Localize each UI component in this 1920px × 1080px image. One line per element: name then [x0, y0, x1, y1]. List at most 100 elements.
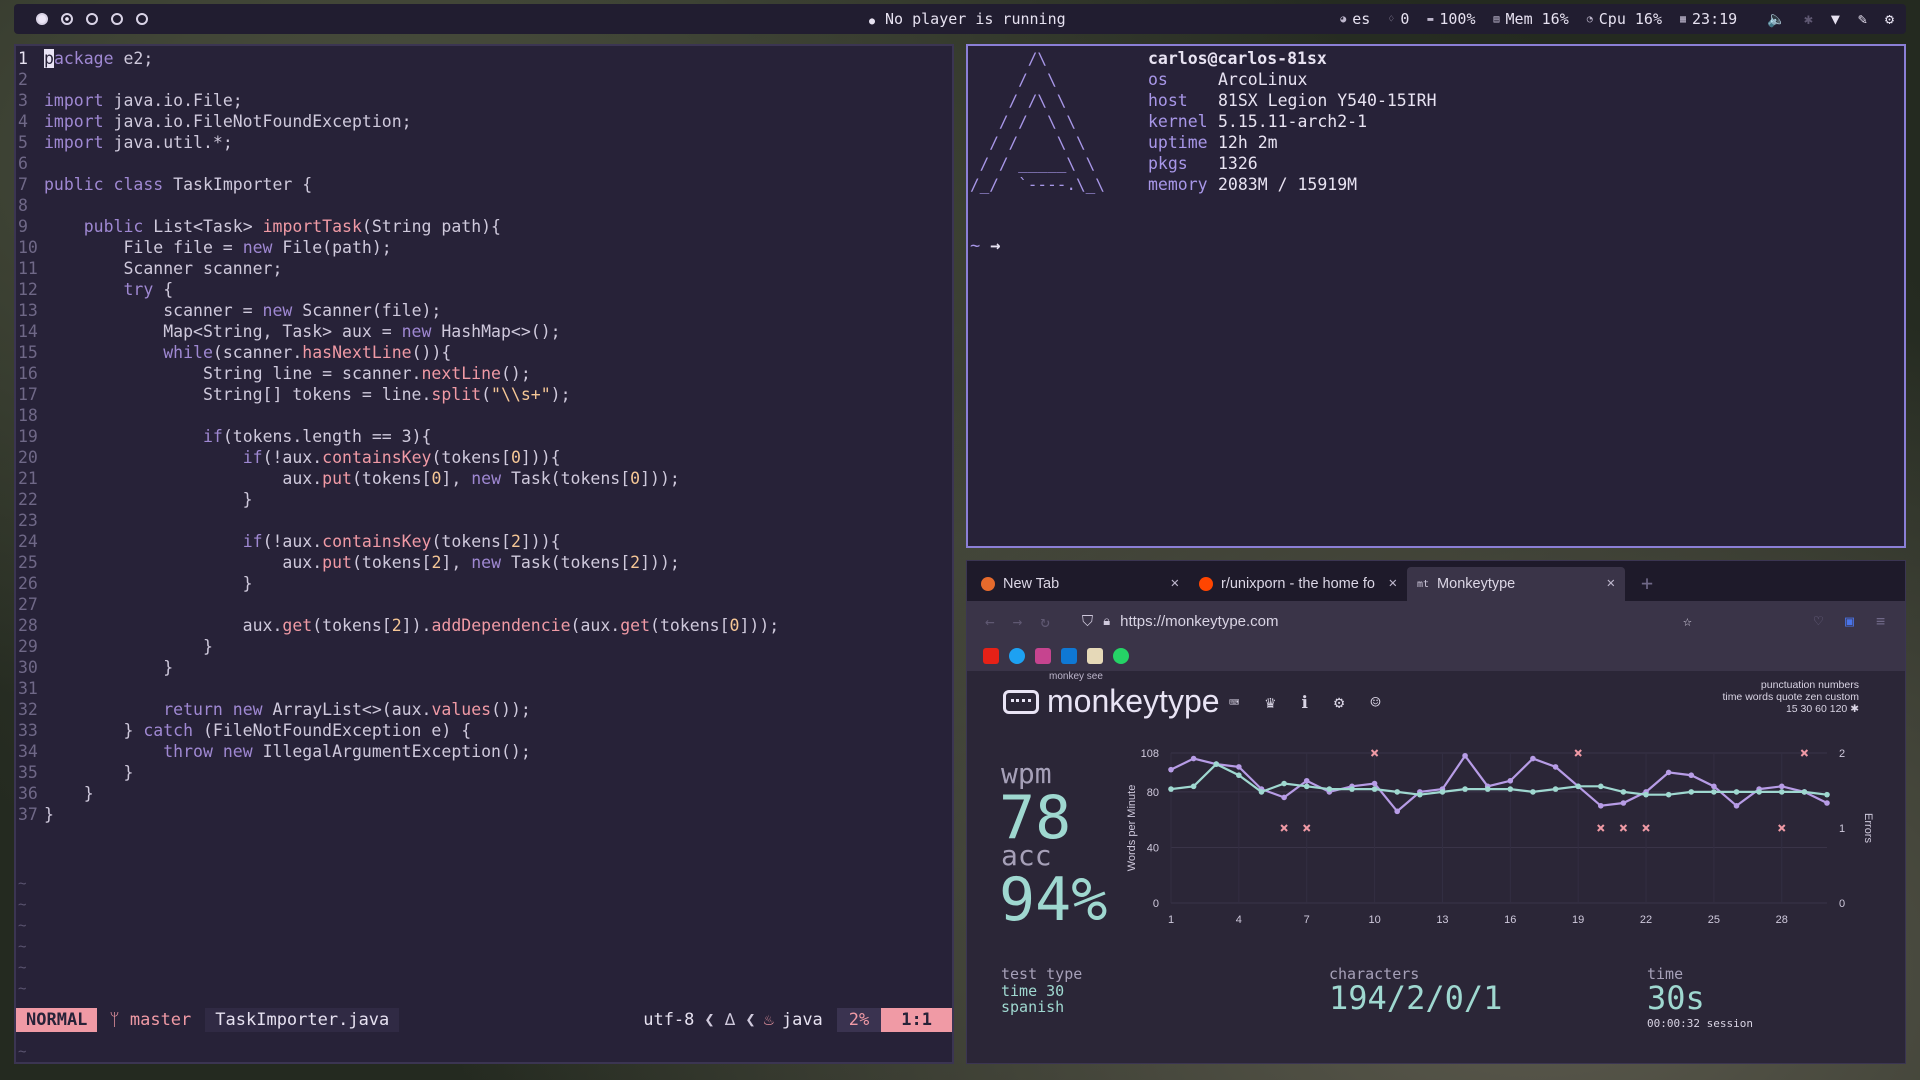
code-line[interactable]: 37} — [16, 804, 952, 825]
code-line[interactable]: 10 File file = new File(path); — [16, 237, 952, 258]
code-line[interactable]: 13 scanner = new Scanner(file); — [16, 300, 952, 321]
code-line[interactable]: 22 } — [16, 489, 952, 510]
bookmark-star-icon[interactable]: ☆ — [1683, 612, 1692, 630]
code-line[interactable]: 7 public class TaskImporter { — [16, 174, 952, 195]
menu-icon[interactable]: ≡ — [1876, 612, 1885, 630]
series-point — [1620, 800, 1627, 806]
settings-icon[interactable]: ⚙ — [1334, 693, 1344, 713]
shield-icon[interactable]: ⛉ — [1082, 612, 1093, 630]
code-line[interactable]: 23 — [16, 510, 952, 531]
tab-reddit[interactable]: r/unixporn - the home fo ✕ — [1189, 567, 1407, 601]
code-line[interactable]: 24 if(!aux.containsKey(tokens[2])){ — [16, 531, 952, 552]
code-line[interactable]: 30 } — [16, 657, 952, 678]
clock[interactable]: ▦ 23:19 — [1680, 10, 1737, 28]
series-point — [1824, 791, 1830, 798]
pocket-icon[interactable]: ♡ — [1814, 612, 1823, 630]
user-icon[interactable]: ☺ — [1370, 693, 1380, 713]
code-line[interactable]: 26 } — [16, 573, 952, 594]
code-line[interactable]: 21 aux.put(tokens[0], new Task(tokens[0]… — [16, 468, 952, 489]
code-line[interactable]: 16 String line = scanner.nextLine(); — [16, 363, 952, 384]
media-player-status[interactable]: ● No player is running — [869, 10, 1066, 28]
config-toggles[interactable]: punctuation numbers — [1722, 679, 1859, 691]
code-line[interactable]: 1 package e2; — [16, 48, 952, 69]
youtube-icon[interactable] — [983, 648, 999, 664]
stack-icon[interactable] — [1035, 648, 1051, 664]
keyboard-layout[interactable]: ◕ es — [1340, 10, 1370, 28]
gear-icon[interactable]: ⚙ — [1885, 10, 1894, 28]
workspace-2[interactable] — [61, 13, 73, 25]
code-line[interactable]: 5 import java.util.*; — [16, 132, 952, 153]
updates-count[interactable]: ♢ 0 — [1388, 10, 1409, 28]
reload-icon[interactable]: ↻ — [1040, 612, 1050, 631]
goodreads-icon[interactable] — [1087, 648, 1103, 664]
crown-icon[interactable]: ♛ — [1265, 693, 1275, 713]
info-value: 12h 2m — [1218, 133, 1278, 152]
code-line[interactable]: 27 — [16, 594, 952, 615]
code-line[interactable]: 2 — [16, 69, 952, 90]
monkeytype-logo[interactable]: monkey see monkeytype — [1003, 671, 1220, 720]
code-line[interactable]: 31 — [16, 678, 952, 699]
code-line[interactable]: 14 Map<String, Task> aux = new HashMap<>… — [16, 321, 952, 342]
code-line[interactable]: 25 aux.put(tokens[2], new Task(tokens[2]… — [16, 552, 952, 573]
workspace-4[interactable] — [111, 13, 123, 25]
config-modes[interactable]: time words quote zen custom — [1722, 691, 1859, 703]
whatsapp-icon[interactable] — [1113, 648, 1129, 664]
vim-editor[interactable]: 1 package e2; 2 3 import java.io.File; 4 impor… — [14, 44, 954, 1064]
workspace-3[interactable] — [86, 13, 98, 25]
keyboard-icon[interactable]: ⌨ — [1229, 693, 1239, 713]
close-icon[interactable]: ✕ — [1171, 575, 1179, 591]
series-point — [1643, 791, 1649, 798]
workspace-1[interactable] — [36, 13, 48, 25]
feather-icon[interactable]: ✎ — [1858, 10, 1867, 28]
terminal-window[interactable]: /\ / \ / /\ \ / / \ \ / / \ \ / / _____\… — [966, 44, 1906, 548]
close-icon[interactable]: ✕ — [1389, 575, 1397, 591]
series-point — [1349, 786, 1355, 792]
code-line[interactable]: 15 while(scanner.hasNextLine()){ — [16, 342, 952, 363]
code-line[interactable]: 19 if(tokens.length == 3){ — [16, 426, 952, 447]
info-icon[interactable]: ℹ — [1302, 693, 1308, 713]
twitter-icon[interactable] — [1009, 648, 1025, 664]
code-line[interactable]: 29 } — [16, 636, 952, 657]
code-line[interactable]: 9 public List<Task> importTask(String pa… — [16, 216, 952, 237]
config-durations[interactable]: 15 30 60 120 ✱ — [1722, 703, 1859, 715]
extension-icon[interactable]: ▣ — [1845, 612, 1854, 630]
code-line[interactable]: 12 try { — [16, 279, 952, 300]
url-bar[interactable]: ⛉ 🔒︎ https://monkeytype.com ☆ — [1082, 612, 1692, 630]
code-line[interactable]: 33 } catch (FileNotFoundException e) { — [16, 720, 952, 741]
new-tab-button[interactable]: + — [1641, 571, 1653, 595]
outlook-icon[interactable] — [1061, 648, 1077, 664]
wpm-chart[interactable]: 040801081 4 7 10 13 16 19 22 25 28012Words per Mi… — [1117, 745, 1877, 935]
forward-icon[interactable]: → — [1013, 612, 1023, 631]
wrench-icon[interactable]: ✱ — [1850, 703, 1859, 715]
code-line[interactable]: 35 } — [16, 762, 952, 783]
code-line[interactable]: 18 — [16, 405, 952, 426]
code-buffer[interactable]: 1 package e2; 2 3 import java.io.File; 4 impor… — [16, 46, 952, 825]
code-line[interactable]: 17 String[] tokens = line.split("\\s+"); — [16, 384, 952, 405]
code-line[interactable]: 36 } — [16, 783, 952, 804]
tab-new-tab[interactable]: New Tab ✕ — [971, 567, 1189, 601]
code-line[interactable]: 4 import java.io.FileNotFoundException; — [16, 111, 952, 132]
shell-prompt[interactable]: ~ → — [970, 236, 1001, 256]
line-number: 37 — [18, 805, 38, 824]
wifi-icon[interactable]: ▼ — [1831, 10, 1840, 28]
close-icon[interactable]: ✕ — [1607, 575, 1615, 591]
speaker-icon[interactable]: 🔈 — [1767, 10, 1786, 28]
cpu-usage[interactable]: ◔ Cpu 16% — [1587, 10, 1662, 28]
code-line[interactable]: 28 aux.get(tokens[2]).addDependencie(aux… — [16, 615, 952, 636]
code-line[interactable]: 20 if(!aux.containsKey(tokens[0])){ — [16, 447, 952, 468]
y2-tick-label: 1 — [1839, 823, 1845, 835]
code-line[interactable]: 8 — [16, 195, 952, 216]
back-icon[interactable]: ← — [985, 612, 995, 631]
firefox-window[interactable]: New Tab ✕ r/unixporn - the home fo ✕ mt … — [966, 560, 1906, 1064]
memory-usage[interactable]: ▤ Mem 16% — [1494, 10, 1569, 28]
workspace-5[interactable] — [136, 13, 148, 25]
code-line[interactable]: 3 import java.io.File; — [16, 90, 952, 111]
lock-icon[interactable]: 🔒︎ — [1103, 614, 1110, 629]
code-line[interactable]: 6 — [16, 153, 952, 174]
bluetooth-icon[interactable]: ✱ — [1804, 10, 1813, 28]
tab-monkeytype[interactable]: mt Monkeytype ✕ — [1407, 567, 1625, 601]
code-line[interactable]: 11 Scanner scanner; — [16, 258, 952, 279]
battery-status[interactable]: ▬ 100% — [1427, 10, 1475, 28]
code-line[interactable]: 32 return new ArrayList<>(aux.values()); — [16, 699, 952, 720]
code-line[interactable]: 34 throw new IllegalArgumentException(); — [16, 741, 952, 762]
